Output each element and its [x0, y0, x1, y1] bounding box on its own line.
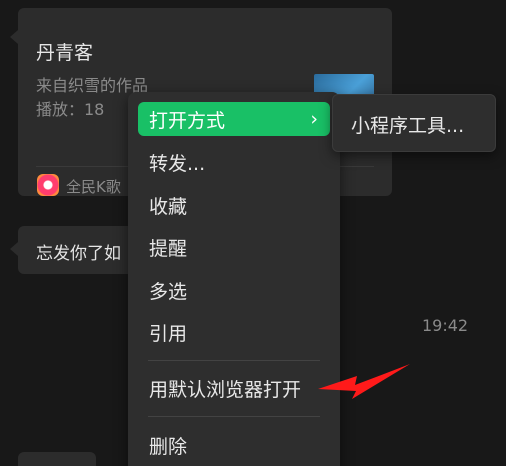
menu-item-label: 删除	[149, 435, 188, 458]
menu-item-open-with[interactable]: 打开方式 ›	[138, 102, 330, 136]
menu-item-label: 引用	[149, 322, 188, 345]
menu-item-label: 多选	[149, 280, 188, 303]
menu-item-delete[interactable]: 删除	[138, 428, 330, 462]
menu-item-favorite[interactable]: 收藏	[138, 188, 330, 222]
submenu-item-mini-program-tools[interactable]: 小程序工具...	[333, 95, 497, 153]
menu-item-quote[interactable]: 引用	[138, 315, 330, 349]
menu-item-label: 用默认浏览器打开	[149, 378, 302, 401]
source-app-name: 全民K歌	[66, 178, 121, 196]
menu-item-label: 收藏	[149, 195, 188, 218]
menu-separator	[148, 416, 320, 417]
menu-item-label: 提醒	[149, 237, 188, 260]
menu-item-forward[interactable]: 转发...	[138, 145, 330, 179]
menu-separator	[148, 360, 320, 361]
message-text: 忘发你了如	[36, 244, 121, 264]
chevron-right-icon: ›	[310, 108, 318, 130]
message-timestamp: 19:42	[422, 316, 469, 335]
play-count: 播放：18	[36, 100, 105, 119]
menu-item-label: 转发...	[149, 152, 206, 175]
menu-item-multi-select[interactable]: 多选	[138, 273, 330, 307]
menu-item-open-in-browser[interactable]: 用默认浏览器打开	[138, 371, 330, 405]
open-with-submenu: 小程序工具...	[332, 94, 496, 152]
kge-app-icon	[37, 174, 59, 196]
message-bubble-partial[interactable]	[18, 452, 96, 466]
chat-window: 丹青客 来自织雪的作品 播放：18 全民K歌 忘发你了如 19:42 打开方式 …	[0, 0, 506, 466]
menu-item-label: 打开方式	[149, 109, 226, 132]
menu-item-remind[interactable]: 提醒	[138, 230, 330, 264]
context-menu: 打开方式 › 转发... 收藏 提醒 多选 引用 用默认浏览器打开 删除	[128, 92, 340, 466]
submenu-item-label: 小程序工具...	[351, 114, 465, 137]
song-title: 丹青客	[36, 42, 94, 64]
